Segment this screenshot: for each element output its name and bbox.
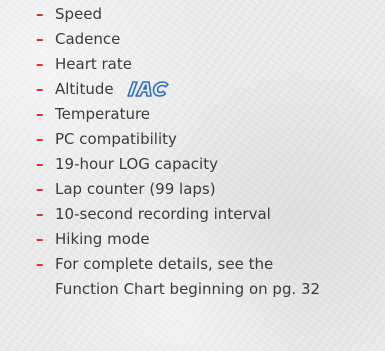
- bullet-dash: –: [36, 155, 44, 173]
- feature-item-log-capacity: – 19-hour LOG capacity: [0, 152, 385, 177]
- feature-list: – Speed – Cadence – Heart rate – Altitud…: [0, 2, 385, 302]
- bullet-dash: –: [36, 105, 44, 123]
- feature-label: Lap counter (99 laps): [55, 180, 216, 198]
- feature-label: Cadence: [55, 30, 121, 48]
- feature-item-details: – For complete details, see the Function…: [0, 252, 385, 302]
- feature-item-recording-interval: – 10-second recording interval: [0, 202, 385, 227]
- details-line-2: Function Chart beginning on pg. 32: [55, 280, 321, 298]
- details-line-1: For complete details, see the: [55, 255, 274, 273]
- feature-item-lap-counter: – Lap counter (99 laps): [0, 177, 385, 202]
- feature-label: PC compatibility: [55, 130, 177, 148]
- bullet-dash: –: [36, 130, 44, 148]
- feature-item-speed: – Speed: [0, 2, 385, 27]
- bullet-dash: –: [36, 230, 44, 248]
- feature-label: Temperature: [55, 105, 151, 123]
- bullet-dash: –: [36, 30, 44, 48]
- feature-label: Altitude: [55, 80, 114, 98]
- bullet-dash: –: [36, 180, 44, 198]
- feature-item-temperature: – Temperature: [0, 102, 385, 127]
- feature-label: Speed: [55, 5, 103, 23]
- iac-logo-icon: [127, 81, 170, 97]
- feature-label: Hiking mode: [55, 230, 150, 248]
- feature-label: 19-hour LOG capacity: [55, 155, 218, 173]
- bullet-dash: –: [36, 5, 44, 23]
- feature-item-hiking-mode: – Hiking mode: [0, 227, 385, 252]
- feature-item-pc-compatibility: – PC compatibility: [0, 127, 385, 152]
- feature-label: 10-second recording interval: [55, 205, 271, 223]
- bullet-dash: –: [36, 255, 44, 273]
- feature-item-heart-rate: – Heart rate: [0, 52, 385, 77]
- feature-label: Heart rate: [55, 55, 132, 73]
- feature-item-cadence: – Cadence: [0, 27, 385, 52]
- feature-item-altitude: – Altitude: [0, 77, 385, 102]
- bullet-dash: –: [36, 80, 44, 98]
- bullet-dash: –: [36, 55, 44, 73]
- bullet-dash: –: [36, 205, 44, 223]
